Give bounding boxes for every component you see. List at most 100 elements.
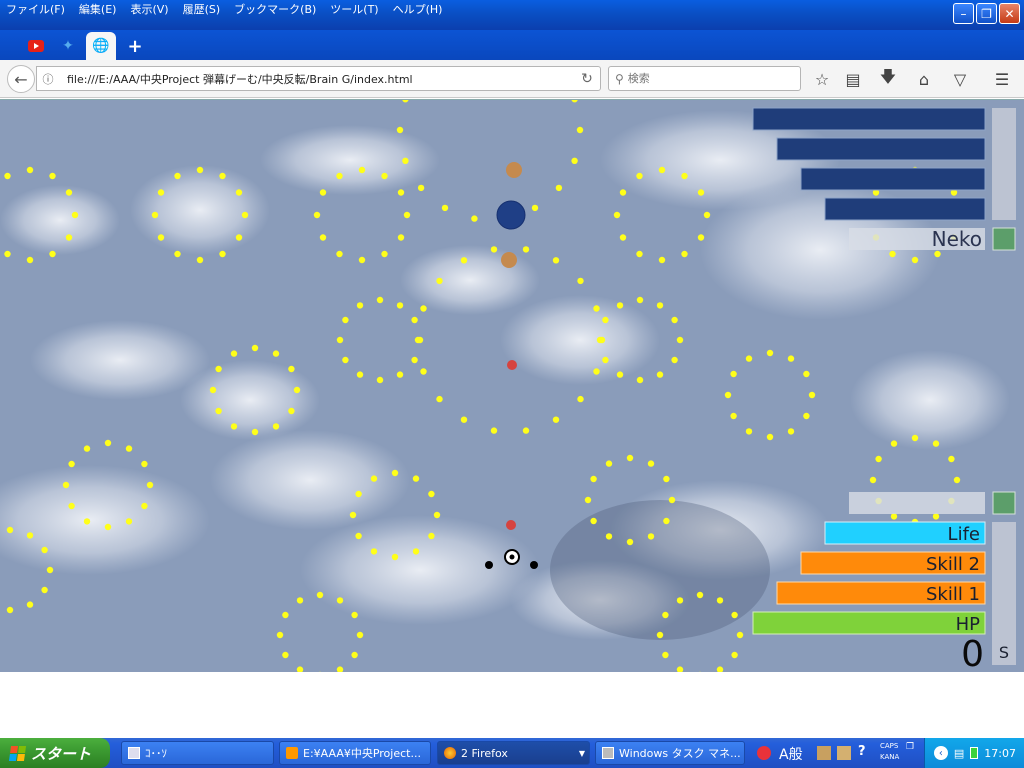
yellow-bullet [26,166,34,174]
yellow-bullet [230,423,238,430]
yellow-bullet [235,189,243,196]
close-button[interactable]: ✕ [999,3,1020,24]
tab-youtube[interactable] [22,32,50,60]
orange-bullet [501,252,517,268]
minimize-button[interactable]: – [953,3,974,24]
task-item-4[interactable]: Windows タスク マネ... [595,741,745,765]
yellow-bullet [658,166,666,174]
yellow-bullet [663,517,670,525]
yellow-bullet [577,277,584,285]
menu-bookmarks[interactable]: ブックマーク(B) [234,1,316,17]
menu-history[interactable]: 履歴(S) [183,1,221,17]
restore-icon: ❐ [981,6,992,21]
yellow-bullet [396,126,404,134]
start-button[interactable]: スタート [0,738,110,768]
address-bar[interactable]: ⓘ file:///E:/AAA/中央Project 弾幕げーむ/中央反転/Br… [36,66,601,91]
search-input[interactable] [627,72,788,85]
battery-icon[interactable] [970,747,979,759]
new-tab-button[interactable]: + [122,32,148,60]
tab-twitter[interactable]: ✦ [54,32,82,60]
yellow-bullet [403,211,411,219]
start-label: スタート [31,744,92,763]
caps-label: CAPS [880,742,899,750]
yellow-bullet [196,256,204,264]
yellow-bullet [49,172,56,180]
yellow-bullet [282,651,289,659]
bookmark-star-icon[interactable]: ☆ [811,68,833,90]
menu-file[interactable]: ファイル(F) [6,1,65,17]
cloud-shadow [550,500,770,640]
download-icon[interactable]: 🡇 [877,67,899,90]
system-tray: ‹ ▤ 17:07 [924,738,1024,768]
yellow-bullet [552,416,560,423]
game-canvas[interactable]: Neko Life Skill 2 Skill 1 HP 0 S [0,99,1024,672]
yellow-bullet [336,172,343,180]
ime-dictionary-icon[interactable] [837,746,851,760]
back-button[interactable]: ← [7,65,35,93]
pocket-icon[interactable]: ▽ [949,68,971,90]
yellow-bullet [6,526,14,534]
maximize-button[interactable]: ❐ [976,3,997,24]
sublime-icon [286,747,298,759]
yellow-bullet [616,371,624,378]
menu-edit[interactable]: 編集(E) [79,1,117,17]
task-item-firefox[interactable]: 2 Firefox ▼ [437,741,590,765]
yellow-bullet [730,412,737,420]
info-icon[interactable]: ⓘ [37,71,59,87]
tab-current[interactable]: 🌐 [86,32,116,60]
menu-help[interactable]: ヘルプ(H) [393,1,443,17]
back-arrow-icon: ← [14,69,28,89]
yellow-bullet [276,631,284,639]
score: 0 [961,634,984,672]
menu-tools[interactable]: ツール(T) [330,1,378,17]
yellow-bullet [436,395,443,403]
yellow-bullet [681,172,688,180]
cloud [130,165,270,255]
yellow-bullet [296,597,304,604]
network-icon[interactable]: ▤ [954,747,964,760]
yellow-bullet [4,172,11,180]
yellow-bullet [716,597,724,604]
top-green-box [992,227,1016,251]
yellow-bullet [658,256,666,264]
yellow-bullet [420,368,427,375]
help-icon[interactable]: ? [858,744,866,759]
url-text[interactable]: file:///E:/AAA/中央Project 弾幕げーむ/中央反転/Brai… [59,71,574,87]
yellow-bullet [65,234,73,241]
search-box[interactable]: ⚲ [608,66,801,91]
yellow-bullet [26,256,34,264]
home-icon[interactable]: ⌂ [913,68,935,90]
clock[interactable]: 17:07 [984,747,1016,760]
minimize-icon: – [960,6,967,21]
rank-label: S [999,643,1009,662]
reading-list-icon[interactable]: ▤ [842,68,864,90]
quick-app-icon[interactable] [757,746,771,760]
player-option [485,561,493,569]
cloud [0,185,120,255]
skill1-label: Skill 1 [926,584,980,605]
yellow-bullet [522,246,530,253]
menu-view[interactable]: 表示(V) [130,1,168,17]
menu-icon[interactable]: ☰ [991,68,1013,90]
restore-ime-icon[interactable]: ❐ [906,742,914,752]
ime-indicator[interactable]: A般 [779,744,803,764]
yellow-bullet [619,234,627,241]
task-item-2[interactable]: E:¥AAA¥中央Project... [279,741,431,765]
yellow-bullet [26,601,34,608]
yellow-bullet [724,391,732,399]
firefox-icon [444,747,456,759]
task-item-1[interactable]: ｺ･･ｿ [121,741,274,765]
tray-expand-icon[interactable]: ‹ [933,746,948,760]
yellow-bullet [803,370,810,378]
yellow-bullet [953,476,961,484]
yellow-bullet [65,189,73,196]
yellow-bullet [174,250,181,258]
yellow-bullet [319,189,327,196]
yellow-bullet [605,533,613,540]
reload-icon[interactable]: ↻ [574,71,600,87]
ime-tool-icon[interactable] [817,746,831,760]
yellow-bullet [356,371,364,378]
yellow-bullet [396,371,404,378]
cloud [400,245,540,315]
red-bullet [507,360,517,370]
